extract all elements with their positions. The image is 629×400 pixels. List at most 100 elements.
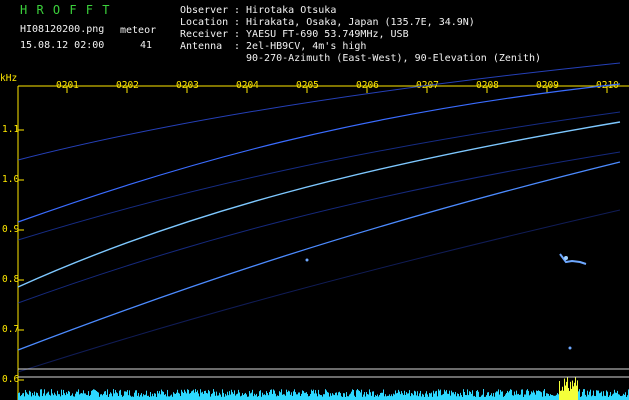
signal-bar	[246, 394, 247, 400]
signal-bar	[49, 394, 50, 400]
signal-bar	[84, 393, 85, 400]
signal-bar	[197, 390, 198, 400]
signal-bar	[300, 396, 301, 400]
signal-bar	[278, 395, 279, 400]
signal-bar	[213, 389, 214, 400]
signal-bar	[174, 393, 175, 400]
signal-bar	[371, 395, 372, 400]
signal-bar	[415, 391, 416, 400]
signal-bar	[212, 393, 213, 400]
signal-bar	[220, 394, 221, 400]
signal-bar	[595, 396, 596, 400]
signal-bar	[83, 390, 84, 400]
signal-bar	[604, 395, 605, 400]
signal-bar	[328, 392, 329, 400]
signal-bar	[363, 394, 364, 400]
signal-bar	[267, 393, 268, 400]
signal-bar	[579, 389, 580, 400]
signal-bar	[473, 396, 474, 400]
signal-bar	[282, 394, 283, 400]
signal-bar	[582, 391, 583, 400]
signal-bar	[416, 395, 417, 400]
signal-bar	[323, 394, 324, 400]
signal-bar	[152, 393, 153, 400]
signal-bar	[147, 395, 148, 400]
signal-bar	[609, 395, 610, 400]
signal-bar	[398, 389, 399, 400]
signal-bar	[549, 395, 550, 400]
signal-bar	[567, 377, 568, 400]
signal-bar	[375, 395, 376, 400]
signal-bar	[285, 395, 286, 400]
signal-bar	[181, 389, 182, 400]
signal-bar	[333, 394, 334, 400]
signal-bar	[539, 391, 540, 400]
signal-bar	[568, 388, 569, 400]
signal-bar	[184, 389, 185, 400]
signal-bar	[541, 392, 542, 400]
signal-bar	[293, 391, 294, 400]
signal-bar	[555, 395, 556, 400]
signal-bar	[410, 396, 411, 400]
signal-bar	[227, 391, 228, 400]
signal-bar	[512, 395, 513, 400]
signal-bar	[381, 392, 382, 400]
signal-bar	[591, 396, 592, 400]
signal-bar	[461, 395, 462, 400]
signal-bar	[597, 390, 598, 400]
signal-bar	[441, 395, 442, 400]
signal-bar	[313, 389, 314, 400]
signal-bar	[622, 395, 623, 400]
faint-trace-bottom	[17, 209, 621, 373]
signal-bar	[200, 389, 201, 400]
signal-bar	[469, 391, 470, 400]
signal-bar	[70, 395, 71, 400]
signal-bar	[507, 390, 508, 400]
signal-bar	[110, 392, 111, 400]
signal-bar	[128, 395, 129, 400]
signal-bar	[564, 378, 565, 400]
signal-bar	[403, 394, 404, 400]
signal-bar	[305, 392, 306, 400]
signal-bar	[593, 390, 594, 400]
signal-bar	[354, 395, 355, 400]
signal-bar	[269, 391, 270, 400]
signal-bar	[460, 392, 461, 400]
signal-bar	[168, 396, 169, 400]
signal-bar	[447, 393, 448, 400]
signal-bar	[230, 394, 231, 400]
signal-bar	[192, 390, 193, 400]
signal-bar	[80, 393, 81, 400]
signal-bar	[536, 390, 537, 400]
signal-bar	[205, 390, 206, 400]
signal-bar	[587, 390, 588, 400]
signal-bar	[380, 393, 381, 400]
signal-bar	[384, 396, 385, 400]
signal-bar	[598, 390, 599, 400]
signal-bar	[105, 391, 106, 400]
signal-bar	[233, 393, 234, 400]
signal-bar	[36, 392, 37, 400]
signal-bar	[71, 395, 72, 400]
signal-bar	[298, 392, 299, 400]
signal-bar	[92, 390, 93, 400]
signal-bar	[379, 394, 380, 400]
signal-bar	[50, 395, 51, 400]
signal-bar	[292, 395, 293, 400]
signal-bar	[304, 392, 305, 400]
signal-bar	[585, 394, 586, 400]
signal-bar	[18, 393, 19, 400]
signal-bar	[499, 394, 500, 400]
signal-bar	[145, 394, 146, 400]
signal-bar	[614, 389, 615, 400]
signal-bar	[182, 391, 183, 400]
signal-bar	[600, 392, 601, 400]
signal-bar	[531, 391, 532, 400]
signal-bar	[525, 394, 526, 400]
signal-bar	[335, 392, 336, 400]
signal-bar	[468, 395, 469, 400]
signal-bar	[37, 393, 38, 400]
signal-bar	[289, 391, 290, 400]
signal-bar	[508, 392, 509, 400]
signal-bar	[286, 389, 287, 400]
